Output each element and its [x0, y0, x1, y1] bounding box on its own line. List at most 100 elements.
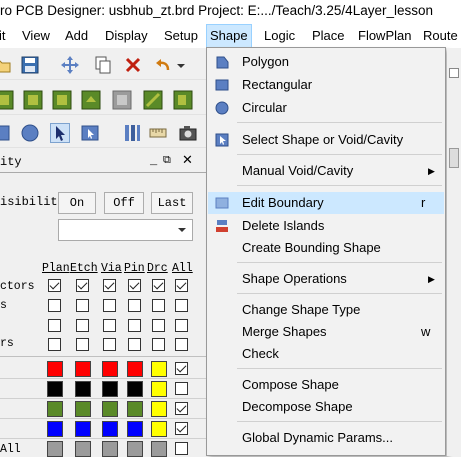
menu-item-shape-operations[interactable]: Shape Operations ▶ — [208, 268, 444, 290]
color-swatch[interactable] — [47, 361, 63, 377]
save-icon[interactable] — [20, 55, 40, 75]
color-swatch[interactable] — [151, 361, 167, 377]
color-swatch[interactable] — [75, 441, 91, 457]
color-swatch[interactable] — [47, 421, 63, 437]
row-all-checkbox[interactable] — [175, 422, 188, 435]
visibility-checkbox[interactable] — [175, 319, 188, 332]
color-swatch[interactable] — [75, 421, 91, 437]
menu-item-create-bounding-shape[interactable]: Create Bounding Shape — [208, 237, 444, 259]
menu-item-select-shape[interactable]: Select Shape or Void/Cavity — [208, 129, 444, 151]
menu-place[interactable]: Place — [309, 24, 348, 48]
panel-pin-icon[interactable]: _ — [150, 154, 157, 168]
visibility-off-button[interactable]: Off — [104, 192, 144, 214]
menu-view[interactable]: View — [19, 24, 53, 48]
rectangle-icon[interactable] — [0, 123, 12, 143]
canvas-control-icon[interactable] — [449, 68, 459, 78]
visibility-checkbox[interactable] — [152, 279, 165, 292]
menu-item-change-shape-type[interactable]: Change Shape Type — [208, 299, 444, 321]
color-swatch[interactable] — [151, 441, 167, 457]
visibility-checkbox[interactable] — [128, 338, 141, 351]
menu-item-global-dynamic-params[interactable]: Global Dynamic Params... — [208, 427, 444, 449]
color-swatch[interactable] — [47, 401, 63, 417]
visibility-checkbox[interactable] — [76, 319, 89, 332]
color-swatch[interactable] — [102, 421, 118, 437]
color-swatch[interactable] — [75, 361, 91, 377]
undo-icon[interactable] — [153, 55, 173, 75]
visibility-checkbox[interactable] — [128, 279, 141, 292]
visibility-checkbox[interactable] — [175, 279, 188, 292]
copy-icon[interactable] — [93, 55, 113, 75]
color-swatch[interactable] — [102, 361, 118, 377]
visibility-checkbox[interactable] — [48, 279, 61, 292]
shape-tool-icon[interactable] — [143, 90, 163, 110]
visibility-checkbox[interactable] — [128, 319, 141, 332]
visibility-checkbox[interactable] — [175, 338, 188, 351]
visibility-checkbox[interactable] — [76, 338, 89, 351]
menu-item-decompose-shape[interactable]: Decompose Shape — [208, 396, 444, 418]
menu-route[interactable]: Route — [420, 24, 461, 48]
menu-item-delete-islands[interactable]: Delete Islands — [208, 215, 444, 237]
visibility-checkbox[interactable] — [76, 279, 89, 292]
color-swatch[interactable] — [127, 401, 143, 417]
visibility-checkbox[interactable] — [103, 279, 116, 292]
color-swatch[interactable] — [47, 381, 63, 397]
color-swatch[interactable] — [127, 441, 143, 457]
visibility-checkbox[interactable] — [175, 299, 188, 312]
menu-setup[interactable]: Setup — [161, 24, 201, 48]
menu-item-polygon[interactable]: Polygon — [208, 51, 444, 73]
menu-display[interactable]: Display — [102, 24, 151, 48]
shape-tool-icon[interactable] — [0, 90, 14, 110]
visibility-on-button[interactable]: On — [58, 192, 96, 214]
menu-item-manual-void[interactable]: Manual Void/Cavity ▶ — [208, 160, 444, 182]
visibility-checkbox[interactable] — [103, 319, 116, 332]
visibility-last-button[interactable]: Last — [151, 192, 193, 214]
select-shape-icon[interactable] — [80, 123, 100, 143]
color-swatch[interactable] — [151, 401, 167, 417]
menu-item-circular[interactable]: Circular — [208, 97, 444, 119]
color-swatch[interactable] — [75, 381, 91, 397]
menu-item-merge-shapes[interactable]: Merge Shapes w — [208, 321, 444, 343]
color-swatch[interactable] — [151, 421, 167, 437]
menu-edit[interactable]: it — [0, 24, 9, 48]
color-swatch[interactable] — [127, 381, 143, 397]
camera-icon[interactable] — [178, 123, 198, 143]
color-swatch[interactable] — [47, 441, 63, 457]
visibility-checkbox[interactable] — [152, 338, 165, 351]
color-swatch[interactable] — [127, 421, 143, 437]
open-icon[interactable] — [0, 55, 12, 75]
row-all-checkbox[interactable] — [175, 362, 188, 375]
circle-icon[interactable] — [20, 123, 40, 143]
visibility-checkbox[interactable] — [48, 338, 61, 351]
panel-float-icon[interactable]: ⧉ — [163, 154, 171, 167]
menu-item-rectangular[interactable]: Rectangular — [208, 74, 444, 96]
view-select[interactable] — [58, 219, 193, 241]
visibility-checkbox[interactable] — [103, 338, 116, 351]
visibility-checkbox[interactable] — [152, 299, 165, 312]
select-pointer-icon[interactable] — [50, 123, 70, 143]
color-swatch[interactable] — [102, 381, 118, 397]
ruler-icon[interactable] — [148, 123, 168, 143]
columns-icon[interactable] — [122, 123, 142, 143]
row-all-checkbox[interactable] — [175, 402, 188, 415]
shape-tool-icon[interactable] — [173, 90, 193, 110]
menu-logic[interactable]: Logic — [261, 24, 298, 48]
visibility-checkbox[interactable] — [76, 299, 89, 312]
menu-item-compose-shape[interactable]: Compose Shape — [208, 374, 444, 396]
delete-icon[interactable] — [123, 55, 143, 75]
shape-tool-icon[interactable] — [23, 90, 43, 110]
visibility-checkbox[interactable] — [48, 319, 61, 332]
color-swatch[interactable] — [75, 401, 91, 417]
color-swatch[interactable] — [102, 441, 118, 457]
shape-tool-icon[interactable] — [81, 90, 101, 110]
menu-flowplan[interactable]: FlowPlan — [355, 24, 414, 48]
row-all-checkbox[interactable] — [175, 442, 188, 455]
color-swatch[interactable] — [127, 361, 143, 377]
canvas-control-icon[interactable] — [449, 148, 459, 168]
menu-item-edit-boundary[interactable]: Edit Boundary r — [208, 192, 444, 214]
move-icon[interactable] — [60, 55, 80, 75]
shape-tool-icon[interactable] — [52, 90, 72, 110]
panel-close-icon[interactable]: ✕ — [182, 152, 193, 168]
visibility-checkbox[interactable] — [48, 299, 61, 312]
visibility-checkbox[interactable] — [103, 299, 116, 312]
visibility-checkbox[interactable] — [128, 299, 141, 312]
